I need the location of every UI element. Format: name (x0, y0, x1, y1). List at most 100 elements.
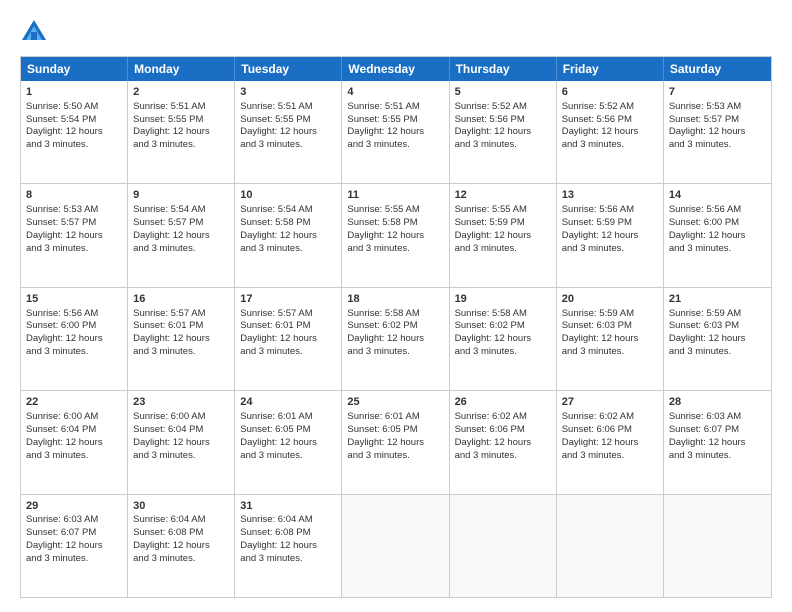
day-info-line: and 3 minutes. (240, 243, 336, 256)
day-number: 20 (562, 292, 658, 307)
day-info-line: Daylight: 12 hours (455, 333, 551, 346)
day-info-line: Sunrise: 5:51 AM (133, 101, 229, 114)
day-info-line: Daylight: 12 hours (347, 333, 443, 346)
day-info-line: Sunrise: 6:00 AM (26, 411, 122, 424)
day-cell-28: 28Sunrise: 6:03 AMSunset: 6:07 PMDayligh… (664, 391, 771, 493)
day-cell-1: 1Sunrise: 5:50 AMSunset: 5:54 PMDaylight… (21, 81, 128, 183)
empty-cell (342, 495, 449, 597)
day-info-line: Sunset: 6:01 PM (240, 320, 336, 333)
day-info-line: Sunset: 6:08 PM (133, 527, 229, 540)
day-number: 30 (133, 499, 229, 514)
header-day-wednesday: Wednesday (342, 57, 449, 81)
day-info-line: Sunrise: 6:01 AM (347, 411, 443, 424)
day-info-line: Sunset: 6:00 PM (26, 320, 122, 333)
day-info-line: and 3 minutes. (133, 346, 229, 359)
day-info-line: and 3 minutes. (562, 139, 658, 152)
day-info-line: Daylight: 12 hours (133, 126, 229, 139)
day-info-line: Daylight: 12 hours (562, 333, 658, 346)
header-day-sunday: Sunday (21, 57, 128, 81)
day-info-line: Sunrise: 5:55 AM (347, 204, 443, 217)
day-info-line: Sunset: 6:04 PM (133, 424, 229, 437)
day-info-line: Sunrise: 5:53 AM (26, 204, 122, 217)
day-info-line: and 3 minutes. (455, 346, 551, 359)
day-number: 17 (240, 292, 336, 307)
day-info-line: Daylight: 12 hours (562, 230, 658, 243)
day-info-line: and 3 minutes. (347, 139, 443, 152)
header-day-friday: Friday (557, 57, 664, 81)
day-info-line: and 3 minutes. (562, 346, 658, 359)
day-number: 24 (240, 395, 336, 410)
day-info-line: Sunrise: 5:53 AM (669, 101, 766, 114)
day-cell-6: 6Sunrise: 5:52 AMSunset: 5:56 PMDaylight… (557, 81, 664, 183)
day-cell-16: 16Sunrise: 5:57 AMSunset: 6:01 PMDayligh… (128, 288, 235, 390)
day-number: 9 (133, 188, 229, 203)
day-info-line: and 3 minutes. (26, 553, 122, 566)
week-row-3: 15Sunrise: 5:56 AMSunset: 6:00 PMDayligh… (21, 288, 771, 391)
day-cell-17: 17Sunrise: 5:57 AMSunset: 6:01 PMDayligh… (235, 288, 342, 390)
day-info-line: and 3 minutes. (26, 139, 122, 152)
day-info-line: and 3 minutes. (455, 450, 551, 463)
header-day-thursday: Thursday (450, 57, 557, 81)
day-info-line: Daylight: 12 hours (347, 230, 443, 243)
day-cell-5: 5Sunrise: 5:52 AMSunset: 5:56 PMDaylight… (450, 81, 557, 183)
day-info-line: Daylight: 12 hours (133, 540, 229, 553)
day-number: 25 (347, 395, 443, 410)
day-info-line: Daylight: 12 hours (669, 437, 766, 450)
day-info-line: Sunset: 5:56 PM (562, 114, 658, 127)
day-info-line: and 3 minutes. (133, 139, 229, 152)
day-info-line: Sunset: 6:03 PM (669, 320, 766, 333)
day-info-line: Sunset: 5:59 PM (562, 217, 658, 230)
week-row-5: 29Sunrise: 6:03 AMSunset: 6:07 PMDayligh… (21, 495, 771, 597)
day-info-line: Sunrise: 5:57 AM (240, 308, 336, 321)
day-number: 8 (26, 188, 122, 203)
day-info-line: Sunrise: 5:57 AM (133, 308, 229, 321)
day-info-line: Sunrise: 5:59 AM (669, 308, 766, 321)
day-cell-10: 10Sunrise: 5:54 AMSunset: 5:58 PMDayligh… (235, 184, 342, 286)
day-info-line: and 3 minutes. (455, 243, 551, 256)
day-info-line: Daylight: 12 hours (26, 230, 122, 243)
day-info-line: Sunset: 6:02 PM (347, 320, 443, 333)
day-info-line: Sunset: 5:58 PM (240, 217, 336, 230)
day-number: 26 (455, 395, 551, 410)
day-number: 10 (240, 188, 336, 203)
day-cell-24: 24Sunrise: 6:01 AMSunset: 6:05 PMDayligh… (235, 391, 342, 493)
day-number: 31 (240, 499, 336, 514)
day-info-line: Daylight: 12 hours (240, 333, 336, 346)
day-cell-2: 2Sunrise: 5:51 AMSunset: 5:55 PMDaylight… (128, 81, 235, 183)
day-number: 14 (669, 188, 766, 203)
day-info-line: and 3 minutes. (240, 553, 336, 566)
header (20, 18, 772, 46)
day-number: 5 (455, 85, 551, 100)
logo (20, 18, 52, 46)
day-number: 6 (562, 85, 658, 100)
day-info-line: and 3 minutes. (133, 553, 229, 566)
day-cell-9: 9Sunrise: 5:54 AMSunset: 5:57 PMDaylight… (128, 184, 235, 286)
day-info-line: Daylight: 12 hours (26, 333, 122, 346)
day-info-line: and 3 minutes. (347, 450, 443, 463)
day-info-line: Sunrise: 5:56 AM (26, 308, 122, 321)
week-row-4: 22Sunrise: 6:00 AMSunset: 6:04 PMDayligh… (21, 391, 771, 494)
day-info-line: Sunrise: 5:50 AM (26, 101, 122, 114)
day-info-line: Sunrise: 6:03 AM (669, 411, 766, 424)
logo-icon (20, 18, 48, 46)
day-info-line: Sunset: 5:56 PM (455, 114, 551, 127)
header-day-saturday: Saturday (664, 57, 771, 81)
empty-cell (450, 495, 557, 597)
day-info-line: Sunrise: 6:02 AM (562, 411, 658, 424)
calendar-body: 1Sunrise: 5:50 AMSunset: 5:54 PMDaylight… (21, 81, 771, 597)
day-info-line: Daylight: 12 hours (133, 333, 229, 346)
day-info-line: Sunset: 6:05 PM (347, 424, 443, 437)
day-number: 29 (26, 499, 122, 514)
day-cell-26: 26Sunrise: 6:02 AMSunset: 6:06 PMDayligh… (450, 391, 557, 493)
day-number: 27 (562, 395, 658, 410)
day-info-line: Sunset: 6:05 PM (240, 424, 336, 437)
day-info-line: Sunset: 5:54 PM (26, 114, 122, 127)
day-number: 21 (669, 292, 766, 307)
day-info-line: Sunrise: 5:59 AM (562, 308, 658, 321)
day-info-line: Daylight: 12 hours (347, 126, 443, 139)
day-number: 23 (133, 395, 229, 410)
day-number: 3 (240, 85, 336, 100)
day-info-line: Sunrise: 5:56 AM (562, 204, 658, 217)
day-info-line: Sunrise: 6:01 AM (240, 411, 336, 424)
day-info-line: and 3 minutes. (133, 243, 229, 256)
